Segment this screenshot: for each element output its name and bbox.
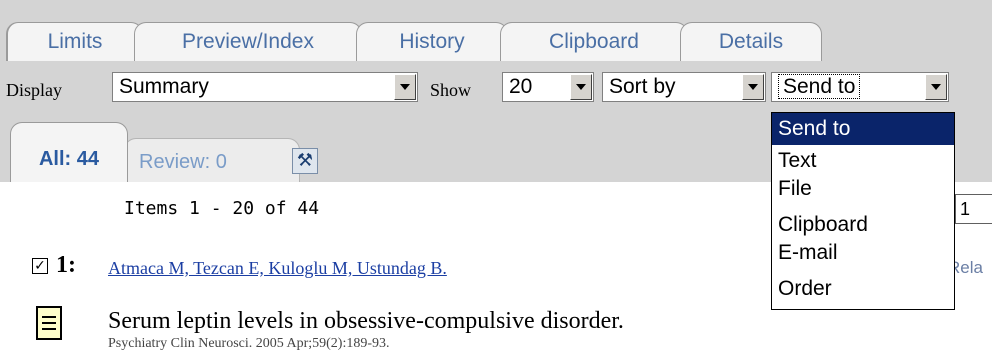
send-option-clipboard[interactable]: Clipboard bbox=[772, 209, 954, 241]
select-checkbox[interactable]: ✓ bbox=[32, 258, 48, 274]
sort-select[interactable]: Sort by bbox=[602, 72, 766, 102]
tab-review[interactable]: Review: 0 bbox=[124, 138, 300, 182]
tab-preview-index[interactable]: Preview/Index bbox=[134, 22, 362, 61]
send-option-send-to[interactable]: Send to bbox=[772, 113, 954, 145]
author-link[interactable]: Atmaca M, Tezcan E, Kuloglu M, Ustundag … bbox=[108, 258, 447, 279]
display-select[interactable]: Summary bbox=[112, 72, 418, 102]
show-label: Show bbox=[430, 80, 472, 100]
send-option-email[interactable]: E-mail bbox=[772, 241, 954, 273]
display-label: Display bbox=[6, 80, 62, 100]
chevron-down-icon[interactable] bbox=[570, 74, 592, 100]
send-option-file[interactable]: File bbox=[772, 177, 954, 209]
send-to-dropdown: Send to Text File Clipboard E-mail Order bbox=[771, 112, 955, 310]
item-number: 1: bbox=[56, 252, 76, 278]
show-select-value: 20 bbox=[509, 75, 533, 98]
tools-icon[interactable]: ⚒ bbox=[292, 148, 318, 174]
chevron-down-icon[interactable] bbox=[925, 74, 947, 100]
tab-clipboard[interactable]: Clipboard bbox=[500, 22, 688, 61]
tab-history[interactable]: History bbox=[356, 22, 508, 61]
item-citation: Psychiatry Clin Neurosci. 2005 Apr;59(2)… bbox=[108, 336, 390, 351]
tab-all[interactable]: All: 44 bbox=[10, 122, 128, 182]
sort-select-value: Sort by bbox=[609, 75, 676, 98]
display-select-value: Summary bbox=[119, 75, 209, 98]
page-input[interactable]: 1 bbox=[955, 194, 992, 224]
tab-limits[interactable]: Limits bbox=[6, 22, 143, 61]
chevron-down-icon[interactable] bbox=[742, 74, 764, 100]
items-range: Items 1 - 20 of 44 bbox=[124, 198, 320, 219]
send-option-order[interactable]: Order bbox=[772, 273, 954, 305]
show-select[interactable]: 20 bbox=[502, 72, 594, 102]
send-to-select-value: Send to bbox=[778, 74, 861, 99]
chevron-down-icon[interactable] bbox=[394, 74, 416, 100]
document-icon[interactable] bbox=[36, 306, 62, 340]
send-to-select[interactable]: Send to bbox=[771, 72, 949, 102]
send-option-text[interactable]: Text bbox=[772, 145, 954, 177]
tab-details[interactable]: Details bbox=[680, 22, 822, 61]
item-title: Serum leptin levels in obsessive-compuls… bbox=[108, 308, 624, 334]
